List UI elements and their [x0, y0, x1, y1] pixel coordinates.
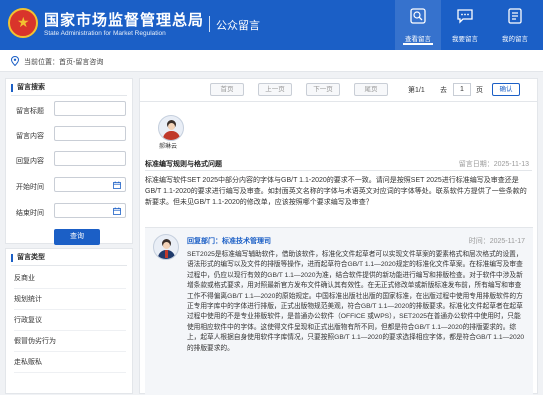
divider — [140, 101, 537, 102]
start-time-input[interactable] — [54, 177, 126, 192]
divider — [145, 170, 532, 171]
query-button[interactable]: 查询 — [54, 229, 100, 245]
calendar-icon[interactable] — [113, 181, 121, 189]
type-item[interactable]: 反商业 — [14, 269, 126, 289]
nav-label: 我的留言 — [502, 36, 528, 43]
search-panel: 留言搜索 留言标题 留言内容 回复内容 开始时间 结束时间 查询 — [5, 78, 133, 245]
type-panel-title: 留言类型 — [11, 254, 45, 262]
label-message-content: 留言内容 — [16, 133, 44, 140]
prev-page-button[interactable]: 上一页 — [258, 83, 292, 96]
my-message-icon — [508, 8, 522, 24]
message-body: 标准编写软件SET 2025中部分内容的字体与GB/T 1.1-2020的要求不… — [145, 177, 527, 206]
avatar-face — [163, 242, 170, 249]
nav-label: 我要留言 — [452, 36, 478, 43]
message-type-panel: 留言类型 反商业 规划统计 行政复议 假冒伪劣行为 走私贩私 — [5, 248, 133, 394]
section-subtitle: 公众留言 — [216, 20, 260, 32]
site-title-en: State Administration for Market Regulati… — [44, 30, 166, 37]
location-pin-icon — [10, 56, 20, 66]
label-start-time: 开始时间 — [16, 184, 44, 191]
user-name: 郝琳云 — [159, 144, 178, 150]
type-item[interactable]: 走私贩私 — [14, 353, 126, 373]
first-page-button[interactable]: 首页 — [210, 83, 244, 96]
site-title: 国家市场监督管理总局 — [44, 12, 205, 29]
reply-content-input[interactable] — [54, 151, 126, 166]
nav-view-messages[interactable]: 查看留言 — [395, 0, 441, 50]
breadcrumb-text: 当前位置：首页-留言咨询 — [24, 59, 104, 66]
header-divider — [209, 16, 210, 32]
nav-label: 查看留言 — [405, 36, 431, 43]
label-reply-content: 回复内容 — [16, 158, 44, 165]
avatar-tie — [165, 250, 168, 258]
view-message-icon — [410, 8, 426, 24]
message-title-input[interactable] — [54, 101, 126, 116]
next-page-button[interactable]: 下一页 — [306, 83, 340, 96]
label-end-time: 结束时间 — [16, 210, 44, 217]
page-number-input[interactable]: 1 — [453, 83, 471, 96]
label-message-title: 留言标题 — [16, 108, 44, 115]
nav-my-messages[interactable]: 我的留言 — [492, 0, 538, 50]
message-title: 标准编写规则与格式问题 — [145, 161, 222, 168]
official-avatar — [153, 234, 179, 260]
reply-box: 回复部门：标准技术管理司 时间：2025-11-17 SET2025是标准编写辅… — [145, 227, 533, 395]
message-detail-panel: 首页 上一页 下一页 尾页 第1/1 去 1 页 确认 郝琳云 标准编写规则与格… — [139, 78, 538, 395]
goto-prefix: 去 — [440, 87, 447, 94]
reply-time: 时间：2025-11-17 — [468, 238, 525, 245]
page-suffix: 页 — [476, 87, 483, 94]
breadcrumb: 当前位置：首页-留言咨询 — [0, 50, 543, 72]
nav-write-message[interactable]: 我要留言 — [442, 0, 488, 50]
type-item[interactable]: 行政复议 — [14, 311, 126, 331]
avatar-body — [163, 131, 180, 140]
message-content-input[interactable] — [54, 126, 126, 141]
divider — [11, 265, 127, 266]
confirm-page-button[interactable]: 确认 — [492, 83, 520, 96]
page-info: 第1/1 — [408, 87, 425, 94]
search-panel-title: 留言搜索 — [11, 84, 45, 92]
user-avatar — [158, 115, 184, 141]
end-time-input[interactable] — [54, 203, 126, 218]
type-item[interactable]: 假冒伪劣行为 — [14, 332, 126, 352]
nav-active-underline — [403, 43, 433, 45]
calendar-icon[interactable] — [113, 207, 121, 215]
avatar-face — [168, 123, 175, 130]
write-message-icon — [457, 9, 473, 24]
message-date: 留言日期：2025-11-13 — [458, 161, 529, 168]
national-emblem-icon: ★ — [8, 8, 38, 38]
last-page-button[interactable]: 尾页 — [354, 83, 388, 96]
type-item[interactable]: 规划统计 — [14, 290, 126, 310]
reply-body: SET2025是标准编写辅助软件，借助该软件，标准化文件起草者可以实现文件草案的… — [187, 251, 525, 352]
site-header: ★ 国家市场监督管理总局 State Administration for Ma… — [0, 0, 543, 50]
reply-department: 回复部门：标准技术管理司 — [187, 238, 271, 245]
divider — [11, 95, 127, 96]
